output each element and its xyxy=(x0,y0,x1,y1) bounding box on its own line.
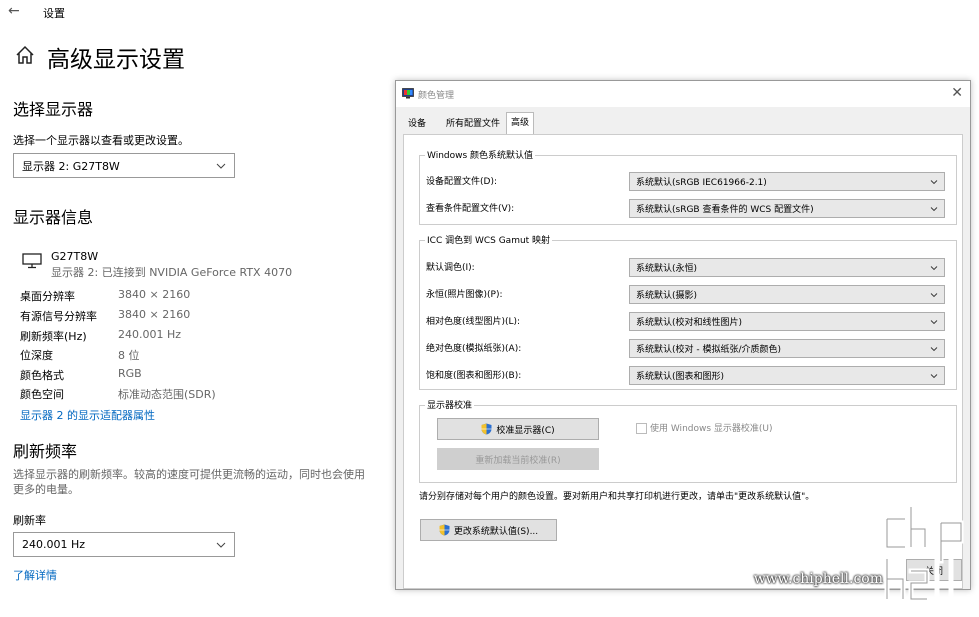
refresh-rate-label: 刷新率 xyxy=(13,514,46,527)
viewing-profile-label: 查看条件配置文件(V): xyxy=(426,204,515,214)
calibrate-display-button[interactable]: 校准显示器(C) xyxy=(437,418,599,440)
chevron-down-icon xyxy=(930,292,938,297)
chevron-down-icon xyxy=(930,319,938,324)
gamut-mapping-label: 默认调色(I): xyxy=(426,263,475,273)
chevron-down-icon xyxy=(930,373,938,378)
chevron-down-icon xyxy=(930,265,938,270)
display-info-key: 颜色空间 xyxy=(20,388,64,401)
gamut-mapping-label: 永恒(照片图像)(P): xyxy=(426,290,503,300)
display-info-value: 8 位 xyxy=(118,349,140,362)
viewing-profile-value: 系统默认(sRGB 查看条件的 WCS 配置文件) xyxy=(636,205,814,215)
advanced-panel: Windows 颜色系统默认值 设备配置文件(D): 系统默认(sRGB IEC… xyxy=(403,134,963,589)
tab-advanced[interactable]: 高级 xyxy=(506,112,535,135)
gamut-mapping-group: ICC 调色到 WCS Gamut 映射 默认调色(I): 系统默认(永恒) 永恒(… xyxy=(419,233,957,390)
dialog-title: 颜色管理 xyxy=(418,91,455,101)
gamut-mapping-title: ICC 调色到 WCS Gamut 映射 xyxy=(425,233,553,246)
chevron-down-icon xyxy=(216,163,226,169)
gamut-mapping-label: 相对色度(线型图片)(L): xyxy=(426,317,521,327)
uac-shield-icon xyxy=(439,524,450,536)
device-profile-label: 设备配置文件(D): xyxy=(426,177,497,187)
dialog-titlebar: 颜色管理 ✕ xyxy=(396,81,970,107)
chevron-down-icon xyxy=(216,542,226,548)
gamut-mapping-value: 系统默认(校对 - 模拟纸张/介质颜色) xyxy=(636,345,782,355)
select-display-desc: 选择一个显示器以查看或更改设置。 xyxy=(13,134,189,147)
display-info-key: 有源信号分辨率 xyxy=(20,310,97,323)
reload-calibration-button[interactable]: 重新加载当前校准(R) xyxy=(437,448,599,470)
display-info-value: RGB xyxy=(118,367,142,380)
change-system-defaults-button[interactable]: 更改系统默认值(S)... xyxy=(420,519,557,541)
app-title: 设置 xyxy=(43,7,65,20)
gamut-mapping-value: 系统默认(图表和图形) xyxy=(636,372,725,382)
device-profile-value: 系统默认(sRGB IEC61966-2.1) xyxy=(636,178,767,188)
color-management-icon xyxy=(402,88,414,99)
reload-calibration-label: 重新加载当前校准(R) xyxy=(475,455,561,466)
windows-defaults-title: Windows 颜色系统默认值 xyxy=(425,148,536,161)
display-info-key: 桌面分辨率 xyxy=(20,290,75,303)
chevron-down-icon xyxy=(930,179,938,184)
display-info-key: 刷新频率(Hz) xyxy=(20,330,87,343)
display-info-key: 颜色格式 xyxy=(20,369,64,382)
windows-defaults-group: Windows 颜色系统默认值 设备配置文件(D): 系统默认(sRGB IEC… xyxy=(419,148,957,225)
use-windows-calibration-checkbox[interactable] xyxy=(636,423,647,434)
gamut-mapping-label: 饱和度(图表和图形)(B): xyxy=(426,371,522,381)
back-arrow-icon[interactable]: ← xyxy=(8,3,20,19)
tab-all-profiles[interactable]: 所有配置文件 xyxy=(442,114,504,134)
gamut-mapping-dropdown[interactable]: 系统默认(图表和图形) xyxy=(629,366,945,385)
display-info-value: 3840 × 2160 xyxy=(118,308,191,321)
gamut-mapping-dropdown[interactable]: 系统默认(校对和线性图片) xyxy=(629,312,945,331)
display-select-value: 显示器 2: G27T8W xyxy=(22,159,120,173)
display-info-key: 位深度 xyxy=(20,349,53,362)
device-profile-dropdown[interactable]: 系统默认(sRGB IEC61966-2.1) xyxy=(629,172,945,191)
display-info-heading: 显示器信息 xyxy=(13,208,94,227)
page-title: 高级显示设置 xyxy=(47,47,185,73)
chevron-down-icon xyxy=(930,206,938,211)
close-icon[interactable]: ✕ xyxy=(951,85,963,101)
refresh-rate-desc-line2: 更多的电量。 xyxy=(13,483,79,496)
refresh-rate-value: 240.001 Hz xyxy=(22,538,86,551)
select-display-heading: 选择显示器 xyxy=(13,100,94,119)
display-calibration-group: 显示器校准 校准显示器(C) 使用 Windows 显示器校准(U) 重新加载当… xyxy=(419,398,957,483)
learn-more-link[interactable]: 了解详情 xyxy=(13,567,57,583)
display-info-value: 3840 × 2160 xyxy=(118,288,191,301)
refresh-rate-dropdown[interactable]: 240.001 Hz xyxy=(13,532,235,557)
gamut-mapping-value: 系统默认(校对和线性图片) xyxy=(636,318,743,328)
display-info-value: 标准动态范围(SDR) xyxy=(118,388,216,401)
display-adapter-properties-link[interactable]: 显示器 2 的显示适配器属性 xyxy=(20,407,155,423)
chevron-down-icon xyxy=(930,346,938,351)
change-system-defaults-label: 更改系统默认值(S)... xyxy=(453,526,539,537)
display-info-value: 240.001 Hz xyxy=(118,328,182,341)
use-windows-calibration-label: 使用 Windows 显示器校准(U) xyxy=(650,424,773,434)
gamut-mapping-label: 绝对色度(模拟纸张)(A): xyxy=(426,344,522,354)
monitor-connection-desc: 显示器 2: 已连接到 NVIDIA GeForce RTX 4070 xyxy=(51,266,293,279)
settings-note: 请分别存储对每个用户的颜色设置。要对新用户和共享打印机进行更改，请单击"更改系统… xyxy=(419,492,815,502)
chiphell-logo xyxy=(884,504,964,602)
gamut-mapping-value: 系统默认(摄影) xyxy=(636,291,698,301)
refresh-rate-heading: 刷新频率 xyxy=(13,442,78,461)
display-calibration-title: 显示器校准 xyxy=(425,398,475,411)
gamut-mapping-value: 系统默认(永恒) xyxy=(636,264,698,274)
display-select-dropdown[interactable]: 显示器 2: G27T8W xyxy=(13,153,235,178)
gamut-mapping-dropdown[interactable]: 系统默认(永恒) xyxy=(629,258,945,277)
monitor-name: G27T8W xyxy=(51,250,99,263)
viewing-profile-dropdown[interactable]: 系统默认(sRGB 查看条件的 WCS 配置文件) xyxy=(629,199,945,218)
monitor-icon xyxy=(22,253,42,269)
watermark-url: www.chiphell.com xyxy=(753,571,883,587)
tab-devices[interactable]: 设备 xyxy=(404,114,430,134)
gamut-mapping-dropdown[interactable]: 系统默认(摄影) xyxy=(629,285,945,304)
calibrate-display-label: 校准显示器(C) xyxy=(496,425,555,436)
home-icon xyxy=(16,45,34,64)
refresh-rate-desc-line1: 选择显示器的刷新频率。较高的速度可提供更流畅的运动，同时也会使用 xyxy=(13,468,365,481)
gamut-mapping-dropdown[interactable]: 系统默认(校对 - 模拟纸张/介质颜色) xyxy=(629,339,945,358)
uac-shield-icon xyxy=(481,423,492,435)
